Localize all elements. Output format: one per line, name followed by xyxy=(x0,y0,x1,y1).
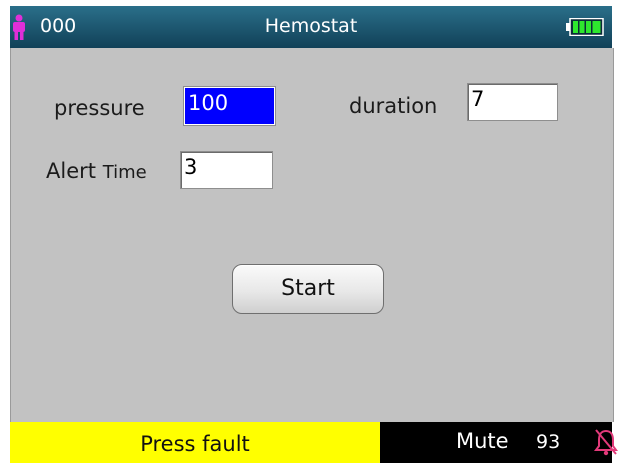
alert-time-field[interactable]: 3 xyxy=(180,151,273,189)
settings-panel: pressure 100 duration 7 Alert Time 3 Sta… xyxy=(10,48,614,422)
title-bar: 000 Hemostat xyxy=(10,6,612,48)
mute-countdown: 93 xyxy=(536,431,561,453)
alarm-off-bell-icon[interactable] xyxy=(593,427,619,457)
alert-label-word: Alert xyxy=(46,159,96,183)
battery-icon xyxy=(566,18,604,36)
pressure-field[interactable]: 100 xyxy=(184,87,275,125)
alert-label: Alert Time xyxy=(46,159,147,183)
duration-label: duration xyxy=(349,94,438,118)
alert-time-word: Time xyxy=(102,162,147,183)
hemostat-screen: 000 Hemostat pressure 100 duration 7 Ale… xyxy=(0,0,625,463)
duration-field[interactable]: 7 xyxy=(467,83,558,121)
mute-label: Mute xyxy=(456,429,509,453)
start-button[interactable]: Start xyxy=(232,264,384,314)
status-bar: Press fault Mute 93 xyxy=(10,422,618,463)
page-title: Hemostat xyxy=(264,15,358,37)
alarm-message: Press fault xyxy=(10,422,380,463)
pressure-label: pressure xyxy=(54,96,145,120)
